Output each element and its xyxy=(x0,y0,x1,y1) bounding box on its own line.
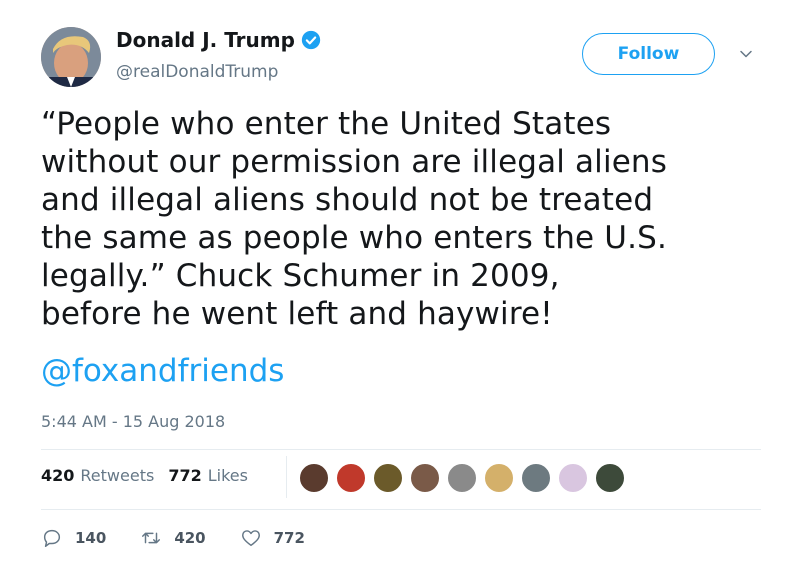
chevron-down-icon[interactable] xyxy=(738,46,754,62)
verified-badge-icon xyxy=(301,30,321,50)
heart-icon xyxy=(241,530,260,547)
retweets-count: 420 xyxy=(41,466,75,485)
divider xyxy=(41,509,761,510)
tweet-timestamp[interactable]: 5:44 AM - 15 Aug 2018 xyxy=(41,412,225,431)
liker-avatar[interactable] xyxy=(521,463,551,493)
liker-avatar[interactable] xyxy=(484,463,514,493)
retweet-icon xyxy=(142,532,161,544)
liker-avatar[interactable] xyxy=(410,463,440,493)
author-name-row[interactable]: Donald J. Trump xyxy=(116,28,321,52)
tweet-text: “People who enter the United States with… xyxy=(41,106,668,332)
follow-button[interactable]: Follow xyxy=(582,33,715,75)
avatar-image xyxy=(41,27,101,87)
reply-count: 140 xyxy=(75,529,107,547)
author-avatar[interactable] xyxy=(41,27,101,87)
retweets-stat[interactable]: 420 Retweets xyxy=(41,466,154,485)
liker-avatar[interactable] xyxy=(299,463,329,493)
engagement-stats: 420 Retweets 772 Likes xyxy=(41,466,262,485)
liker-avatar[interactable] xyxy=(595,463,625,493)
liker-avatar[interactable] xyxy=(447,463,477,493)
tweet-actions: 140 420 772 xyxy=(41,527,339,549)
likes-stat[interactable]: 772 Likes xyxy=(168,466,248,485)
stats-separator xyxy=(286,456,287,498)
liker-avatar[interactable] xyxy=(373,463,403,493)
author-handle[interactable]: @realDonaldTrump xyxy=(116,62,278,82)
mention-link[interactable]: @foxandfriends xyxy=(41,352,284,390)
reply-button[interactable]: 140 xyxy=(41,527,106,549)
author-name[interactable]: Donald J. Trump xyxy=(116,28,295,52)
liker-avatar[interactable] xyxy=(336,463,366,493)
retweet-count: 420 xyxy=(174,529,206,547)
liker-avatars xyxy=(299,463,632,493)
likes-label: Likes xyxy=(207,466,248,485)
likes-count: 772 xyxy=(168,466,202,485)
divider xyxy=(41,449,761,450)
liker-avatar[interactable] xyxy=(558,463,588,493)
retweets-label: Retweets xyxy=(80,466,155,485)
like-count: 772 xyxy=(273,529,305,547)
reply-icon xyxy=(43,529,61,547)
retweet-button[interactable]: 420 xyxy=(140,527,206,549)
like-button[interactable]: 772 xyxy=(240,527,305,549)
